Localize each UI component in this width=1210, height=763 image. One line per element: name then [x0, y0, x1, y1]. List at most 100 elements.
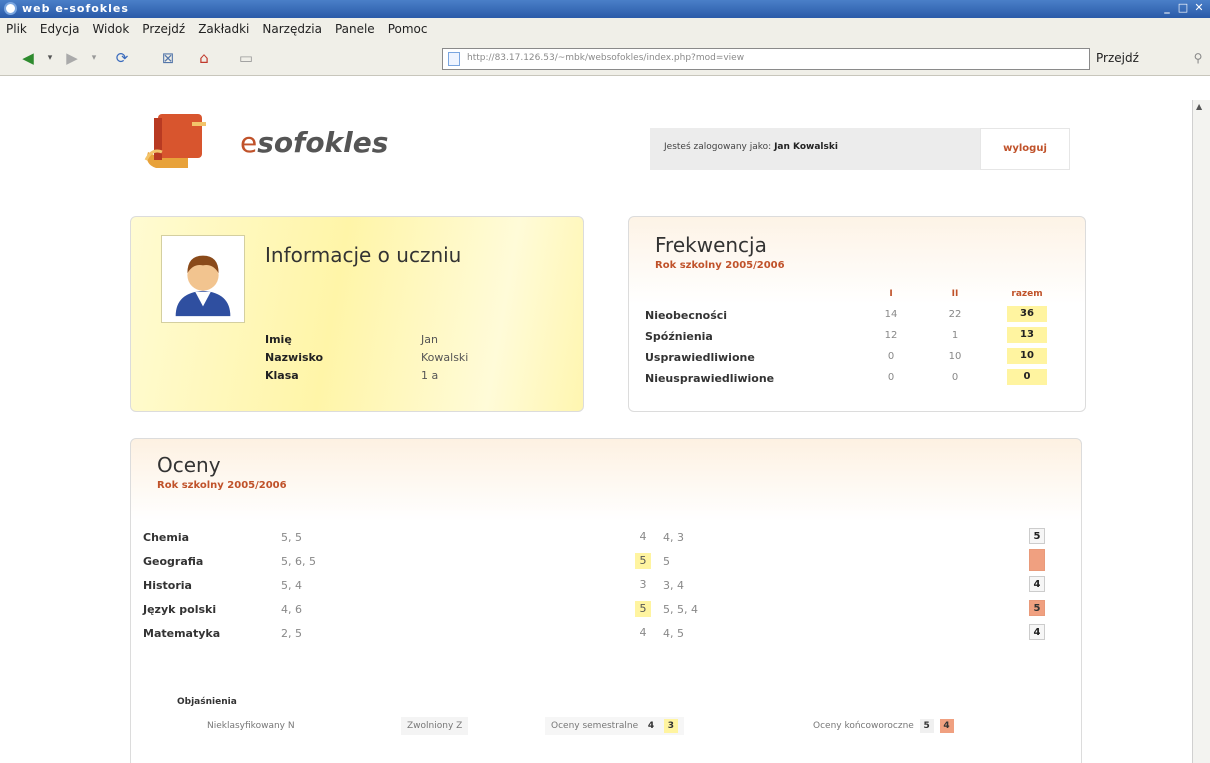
- grades-heading: Oceny Rok szkolny 2005/2006: [157, 453, 287, 491]
- menu-item-edycja[interactable]: Edycja: [40, 22, 80, 36]
- attendance-title: Frekwencja: [655, 233, 767, 257]
- browser-icon: [4, 2, 17, 15]
- sem1-grades-geografia: 5, 6, 5: [281, 555, 316, 568]
- legend-semester-sample-highlight: 3: [663, 718, 678, 733]
- sem1-grades-historia: 5, 4: [281, 579, 302, 592]
- late-sem2: 1: [951, 330, 959, 341]
- grades-subtitle: Rok szkolny 2005/2006: [157, 480, 287, 491]
- late-sem1: 12: [884, 330, 898, 341]
- menu-item-panele[interactable]: Panele: [335, 22, 375, 36]
- col-header-sem2: II: [951, 289, 959, 299]
- sem1-grades-matematyka: 2, 5: [281, 627, 302, 640]
- logout-link[interactable]: wyloguj: [980, 128, 1070, 170]
- close-button[interactable]: ✕: [1192, 1, 1206, 15]
- user-name: Jan Kowalski: [774, 142, 838, 152]
- window-title: web e-sofokles: [22, 2, 129, 15]
- unexcused-sem1: 0: [887, 372, 895, 383]
- last-name-label: Nazwisko: [265, 351, 324, 364]
- book-logo-icon: [144, 114, 206, 168]
- attendance-card: Frekwencja Rok szkolny 2005/2006 I II ra…: [628, 216, 1086, 412]
- menu-item-pomoc[interactable]: Pomoc: [388, 22, 428, 36]
- menu-bar: Plik Edycja Widok Przejdź Zakładki Narzę…: [0, 18, 1210, 40]
- window-controls: _ □ ✕: [1160, 1, 1206, 15]
- legend-unclassified: Nieklasyfikowany N: [207, 721, 295, 731]
- unexcused-sem2: 0: [951, 372, 959, 383]
- page-icon: [448, 52, 460, 66]
- logged-in-info: Jesteś zalogowany jako: Jan Kowalski: [650, 128, 980, 170]
- excused-total: 10: [1007, 348, 1047, 364]
- logged-in-label: Jesteś zalogowany jako:: [664, 142, 772, 152]
- menu-item-narzedzia[interactable]: Narzędzia: [262, 22, 322, 36]
- sem2-grades-jezyk-polski: 5, 5, 4: [663, 603, 698, 616]
- late-total: 13: [1007, 327, 1047, 343]
- filter-icon[interactable]: ⚲: [1188, 49, 1208, 67]
- go-button[interactable]: Przejdź: [1096, 51, 1139, 65]
- sem2-grades-geografia: 5: [663, 555, 670, 568]
- last-name-value: Kowalski: [421, 351, 469, 364]
- excused-label: Usprawiedliwione: [645, 351, 755, 364]
- absences-total: 36: [1007, 306, 1047, 322]
- absences-sem2: 22: [948, 309, 962, 320]
- bookmarks-icon[interactable]: ▭: [236, 49, 256, 67]
- student-info-card: Informacje o uczniu Imię Jan Nazwisko Ko…: [130, 216, 584, 412]
- grades-title: Oceny: [157, 453, 221, 477]
- legend-final-sample-plain: 5: [919, 718, 934, 733]
- sem1-final-chemia: 4: [639, 530, 647, 543]
- legend-exempt: Zwolniony Z: [401, 717, 469, 735]
- subject-chemia: Chemia: [143, 531, 190, 544]
- excused-sem1: 0: [887, 351, 895, 362]
- menu-item-przejdz[interactable]: Przejdź: [142, 22, 185, 36]
- legend-final-label: Oceny końcoworoczne: [813, 721, 914, 731]
- stop-icon[interactable]: ⊠: [158, 49, 178, 67]
- menu-item-zakladki[interactable]: Zakładki: [198, 22, 249, 36]
- back-dropdown-icon[interactable]: ▾: [40, 49, 60, 67]
- subject-matematyka: Matematyka: [143, 627, 221, 640]
- attendance-heading: Frekwencja Rok szkolny 2005/2006: [655, 233, 785, 271]
- final-grade-geografia: [1029, 549, 1045, 571]
- menu-item-widok[interactable]: Widok: [92, 22, 129, 36]
- url-text: http://83.17.126.53/~mbk/websofokles/ind…: [467, 53, 745, 63]
- student-avatar: [161, 235, 245, 323]
- final-grade-historia: 4: [1029, 576, 1045, 592]
- student-info-title: Informacje o uczniu: [265, 243, 462, 267]
- window-titlebar: web e-sofokles _ □ ✕: [0, 0, 1210, 18]
- sem1-grades-chemia: 5, 5: [281, 531, 302, 544]
- sem1-final-jezyk-polski: 5: [635, 601, 651, 617]
- page-content: esofokles Jesteś zalogowany jako: Jan Ko…: [0, 78, 1192, 763]
- reload-icon[interactable]: ⟳: [112, 49, 132, 67]
- home-icon[interactable]: ⌂: [194, 49, 214, 67]
- scroll-up-icon[interactable]: ▲: [1196, 102, 1202, 111]
- class-value: 1 a: [421, 369, 439, 382]
- maximize-button[interactable]: □: [1176, 1, 1190, 15]
- subject-historia: Historia: [143, 579, 192, 592]
- sem1-final-historia: 3: [639, 578, 647, 591]
- unexcused-label: Nieusprawiedliwione: [645, 372, 775, 385]
- forward-icon[interactable]: ▶: [62, 49, 82, 67]
- excused-sem2: 10: [948, 351, 962, 362]
- url-input[interactable]: http://83.17.126.53/~mbk/websofokles/ind…: [442, 48, 1090, 70]
- subject-geografia: Geografia: [143, 555, 204, 568]
- sem2-grades-matematyka: 4, 5: [663, 627, 684, 640]
- legend-final: Oceny końcoworoczne 5 4: [807, 717, 960, 735]
- legend-semester: Oceny semestralne 4 3: [545, 717, 684, 735]
- col-header-total: razem: [1011, 289, 1043, 299]
- subject-jezyk-polski: Język polski: [143, 603, 217, 616]
- attendance-subtitle: Rok szkolny 2005/2006: [655, 260, 785, 271]
- forward-dropdown-icon[interactable]: ▾: [84, 49, 104, 67]
- legend-title: Objaśnienia: [177, 697, 237, 707]
- logo-text: esofokles: [240, 126, 389, 159]
- legend-final-sample-highlight: 4: [939, 718, 954, 733]
- back-icon[interactable]: ◀: [18, 49, 38, 67]
- final-grade-jezyk-polski: 5: [1029, 600, 1045, 616]
- menu-item-plik[interactable]: Plik: [6, 22, 27, 36]
- col-header-sem1: I: [889, 289, 893, 299]
- vertical-scrollbar[interactable]: ▲: [1192, 100, 1210, 763]
- legend-semester-label: Oceny semestralne: [551, 721, 639, 731]
- first-name-value: Jan: [421, 333, 438, 346]
- minimize-button[interactable]: _: [1160, 1, 1174, 15]
- unexcused-total: 0: [1007, 369, 1047, 385]
- late-label: Spóźnienia: [645, 330, 713, 343]
- navigation-toolbar: ◀ ▾ ▶ ▾ ⟳ ⊠ ⌂ ▭ http://83.17.126.53/~mbk…: [0, 40, 1210, 76]
- absences-sem1: 14: [884, 309, 898, 320]
- final-grade-chemia: 5: [1029, 528, 1045, 544]
